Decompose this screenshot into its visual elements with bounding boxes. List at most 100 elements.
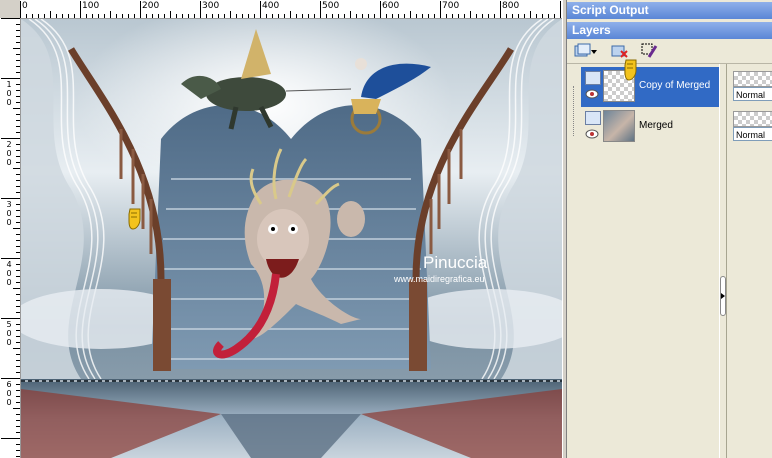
ruler-tick xyxy=(439,1,441,18)
blend-mode-select[interactable]: Normal xyxy=(733,87,772,101)
ruler-tick xyxy=(16,143,20,145)
ruler-tick xyxy=(13,347,20,349)
layer-name: Copy of Merged xyxy=(639,80,711,91)
ruler-tick xyxy=(16,431,20,433)
ruler-tick xyxy=(16,299,20,301)
ruler-tick xyxy=(247,14,249,18)
ruler-tick xyxy=(16,155,20,157)
ruler-tick xyxy=(16,131,20,133)
ruler-label: 0 xyxy=(22,1,28,11)
script-output-title[interactable]: Script Output xyxy=(567,2,772,19)
layer-type-icon xyxy=(585,111,601,125)
ruler-tick xyxy=(463,14,465,18)
ruler-tick xyxy=(271,14,273,18)
ruler-tick xyxy=(85,14,87,18)
ruler-tick xyxy=(20,1,21,18)
ruler-tick xyxy=(505,14,507,18)
vertical-ruler: 100 200 300 400 500 600 xyxy=(0,18,21,458)
ruler-tick xyxy=(241,14,243,18)
pointer-hand-icon xyxy=(624,59,637,81)
ruler-label: 400 xyxy=(6,260,12,287)
ruler-tick xyxy=(385,14,387,18)
ruler-tick xyxy=(559,1,561,18)
ruler-tick xyxy=(529,11,531,18)
ruler-tick xyxy=(16,185,20,187)
ruler-tick xyxy=(16,293,20,295)
splitter-grip-icon[interactable] xyxy=(720,276,726,316)
ruler-tick xyxy=(16,191,20,193)
ruler-tick xyxy=(361,14,363,18)
ruler-tick xyxy=(421,14,423,18)
ruler-tick xyxy=(163,14,165,18)
ruler-tick xyxy=(103,14,105,18)
layer-properties-row: Normal xyxy=(731,68,772,104)
ruler-tick xyxy=(427,14,429,18)
ruler-tick xyxy=(79,1,81,18)
ruler-label: 500 xyxy=(6,320,12,347)
ruler-tick xyxy=(16,413,20,415)
ruler-tick xyxy=(187,14,189,18)
layer-name: Merged xyxy=(639,120,673,131)
ruler-tick xyxy=(16,335,20,337)
ruler-tick xyxy=(169,11,171,18)
layers-splitter[interactable] xyxy=(719,64,727,458)
layer-properties-row: Normal xyxy=(731,108,772,144)
ruler-tick xyxy=(16,53,20,55)
ruler-tick xyxy=(16,203,20,205)
ruler-tick xyxy=(379,1,381,18)
ruler-tick xyxy=(331,14,333,18)
ruler-tick xyxy=(16,371,20,373)
ruler-tick xyxy=(415,14,417,18)
ruler-tick xyxy=(16,59,20,61)
ruler-tick xyxy=(295,14,297,18)
ruler-tick xyxy=(511,14,513,18)
ruler-tick xyxy=(175,14,177,18)
ruler-tick xyxy=(277,14,279,18)
layer-type-icon xyxy=(585,71,601,85)
ruler-tick xyxy=(31,14,33,18)
ruler-tick xyxy=(16,71,20,73)
ruler-tick xyxy=(16,149,20,151)
ruler-tick xyxy=(16,65,20,67)
ruler-tick xyxy=(1,257,20,259)
opacity-swatch[interactable] xyxy=(733,111,772,127)
layer-properties-column: Normal Normal xyxy=(727,64,772,458)
ruler-tick xyxy=(469,11,471,18)
watermark-url: www.maidiregrafica.eu xyxy=(393,274,485,284)
ruler-tick xyxy=(541,14,543,18)
ruler-tick xyxy=(535,14,537,18)
opacity-swatch[interactable] xyxy=(733,71,772,87)
ruler-tick xyxy=(265,14,267,18)
ruler-tick xyxy=(181,14,183,18)
ruler-tick xyxy=(73,14,75,18)
image-canvas[interactable]: Pinuccia www.maidiregrafica.eu xyxy=(21,19,562,458)
ruler-tick xyxy=(16,359,20,361)
ruler-tick xyxy=(16,455,20,457)
ruler-tick xyxy=(16,23,20,25)
new-layer-icon[interactable] xyxy=(572,41,592,61)
ruler-tick xyxy=(16,449,20,451)
blend-mode-select[interactable]: Normal xyxy=(733,127,772,141)
ruler-tick xyxy=(16,29,20,31)
dropdown-arrow-icon[interactable] xyxy=(590,41,598,61)
layer-row-merged[interactable]: Merged xyxy=(581,107,719,147)
ruler-tick xyxy=(367,14,369,18)
ruler-tick xyxy=(16,305,20,307)
ruler-tick xyxy=(16,245,20,247)
ruler-tick xyxy=(1,437,20,439)
ruler-tick xyxy=(223,14,225,18)
layers-toolbar xyxy=(567,39,772,64)
visibility-eye-icon[interactable] xyxy=(585,129,599,139)
ruler-tick xyxy=(16,263,20,265)
visibility-eye-icon[interactable] xyxy=(585,89,599,99)
layer-row-copy-of-merged[interactable]: Copy of Merged xyxy=(581,67,719,107)
edit-selection-icon[interactable] xyxy=(639,41,659,61)
ruler-label: 300 xyxy=(6,200,12,227)
ruler-tick xyxy=(199,1,201,18)
layers-panel-title[interactable]: Layers xyxy=(567,22,772,39)
ruler-corner xyxy=(0,0,21,19)
ruler-tick xyxy=(445,14,447,18)
ruler-tick xyxy=(1,18,20,19)
ruler-tick xyxy=(133,14,135,18)
ruler-tick xyxy=(349,11,351,18)
